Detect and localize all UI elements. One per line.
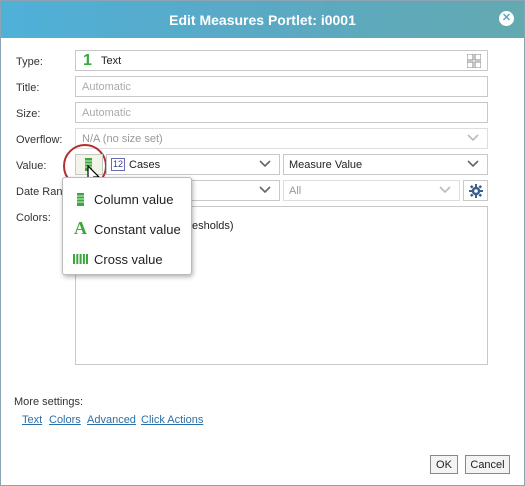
value-source-select[interactable]: Measure Value (283, 154, 488, 175)
type-field[interactable]: 1 Text (75, 50, 488, 71)
title-placeholder: Automatic (82, 81, 131, 93)
dialog-title: Edit Measures Portlet: i0001 (169, 12, 356, 28)
date-range-label: Date Rang (16, 186, 69, 198)
edit-measures-dialog: Edit Measures Portlet: i0001 ✕ Type: 1 T… (0, 0, 525, 486)
type-value: Text (101, 55, 122, 67)
close-button[interactable]: ✕ (499, 11, 514, 26)
chevron-down-icon (439, 184, 451, 196)
date-range-value-select[interactable]: All (283, 180, 460, 201)
menu-item-cross-value[interactable]: Cross value (63, 245, 191, 273)
gear-icon (469, 184, 483, 201)
constant-icon: A (74, 218, 87, 238)
date-range-select[interactable] (190, 180, 280, 201)
chevron-down-icon (259, 184, 271, 196)
menu-item-column-value[interactable]: Column value (63, 185, 191, 213)
number-type-icon: 1 (83, 52, 92, 69)
numeric-field-icon: 12 (111, 158, 126, 171)
chevron-down-icon (259, 158, 271, 170)
cross-icon (73, 254, 88, 267)
menu-item-label: Constant value (94, 222, 181, 237)
title-bar[interactable]: Edit Measures Portlet: i0001 ✕ (1, 1, 524, 38)
title-input[interactable]: Automatic (75, 76, 488, 97)
chevron-down-icon (467, 132, 479, 144)
click-actions-link[interactable]: Click Actions (141, 414, 203, 426)
value-type-menu: Column value A Constant value Cross valu… (62, 177, 192, 275)
text-settings-link[interactable]: Text (22, 414, 42, 426)
chevron-down-icon (467, 158, 479, 170)
title-label: Title: (16, 82, 40, 94)
type-label: Type: (16, 56, 43, 68)
menu-item-constant-value[interactable]: A Constant value (63, 215, 191, 243)
value-field-select[interactable]: 12 Cases (106, 154, 280, 175)
more-settings-label: More settings: (14, 396, 84, 408)
column-icon (77, 193, 84, 209)
menu-item-label: Cross value (94, 252, 163, 267)
grid-icon[interactable] (466, 53, 482, 71)
overflow-select[interactable]: N/A (no size set) (75, 128, 488, 149)
size-label: Size: (16, 108, 41, 120)
value-source-text: Measure Value (289, 159, 363, 171)
value-label: Value: (16, 160, 47, 172)
advanced-settings-link[interactable]: Advanced (87, 414, 136, 426)
ok-button[interactable]: OK (430, 455, 458, 474)
date-range-value: All (289, 185, 302, 197)
cancel-button[interactable]: Cancel (465, 455, 510, 474)
date-settings-button[interactable] (463, 180, 488, 201)
size-placeholder: Automatic (82, 107, 131, 119)
colors-settings-link[interactable]: Colors (49, 414, 81, 426)
overflow-value: N/A (no size set) (82, 133, 163, 145)
size-input[interactable]: Automatic (75, 102, 488, 123)
menu-item-label: Column value (94, 192, 174, 207)
colors-label: Colors: (16, 212, 51, 224)
overflow-label: Overflow: (16, 134, 63, 146)
colors-thresholds-text: esholds) (192, 220, 234, 232)
value-field-text: Cases (129, 159, 161, 171)
